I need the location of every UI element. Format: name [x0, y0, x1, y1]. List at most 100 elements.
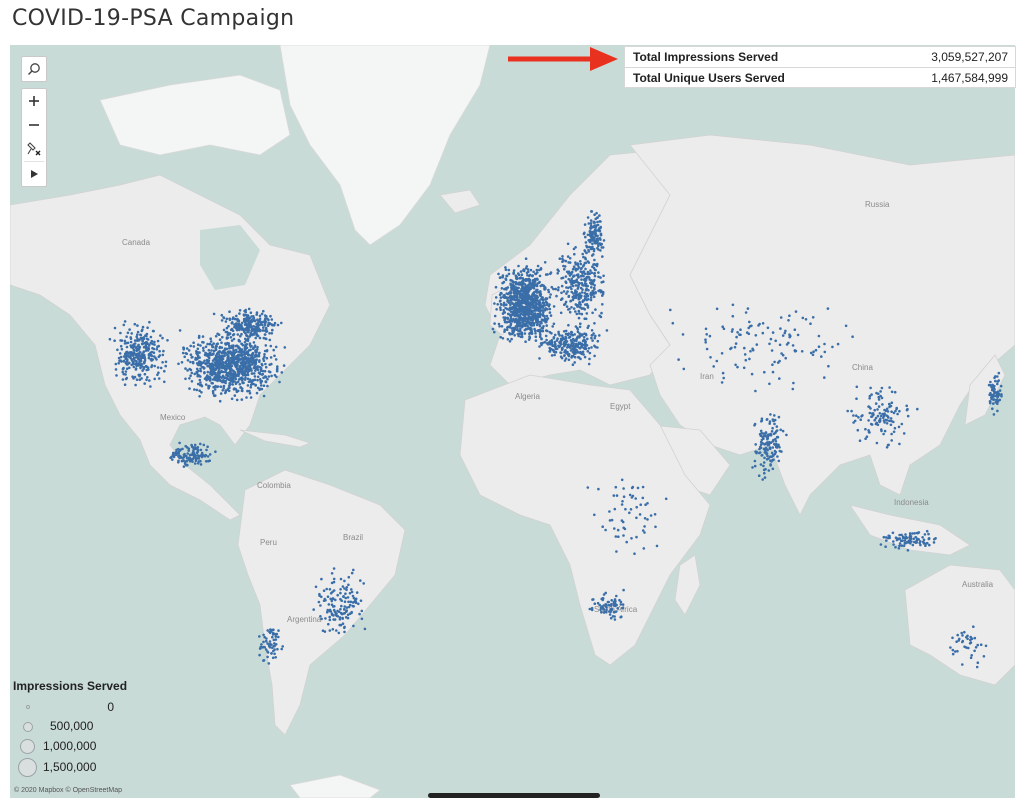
- impression-dot[interactable]: [564, 259, 568, 263]
- impression-dot[interactable]: [722, 327, 726, 331]
- impression-dot[interactable]: [230, 378, 233, 381]
- impression-dot[interactable]: [358, 612, 361, 616]
- impression-dot[interactable]: [280, 371, 284, 374]
- impression-dot[interactable]: [771, 458, 775, 462]
- impression-dot[interactable]: [520, 325, 524, 329]
- impression-dot[interactable]: [600, 281, 603, 284]
- impression-dot[interactable]: [590, 329, 594, 332]
- impression-dot[interactable]: [753, 464, 757, 468]
- impression-dot[interactable]: [781, 429, 785, 433]
- impression-dot[interactable]: [552, 305, 556, 308]
- impression-dot[interactable]: [785, 433, 788, 437]
- impression-dot[interactable]: [255, 311, 259, 314]
- impression-dot[interactable]: [252, 316, 256, 320]
- impression-dot[interactable]: [560, 291, 563, 295]
- impression-dot[interactable]: [773, 360, 776, 364]
- impression-dot[interactable]: [231, 383, 234, 386]
- impression-dot[interactable]: [153, 364, 156, 368]
- impression-dot[interactable]: [769, 441, 773, 445]
- world-map[interactable]: Canada Russia Algeria Egypt Iran China M…: [10, 45, 1015, 798]
- impression-dot[interactable]: [153, 343, 156, 346]
- impression-dot[interactable]: [215, 345, 218, 348]
- impression-dot[interactable]: [134, 383, 137, 387]
- impression-dot[interactable]: [616, 528, 620, 532]
- impression-dot[interactable]: [238, 346, 241, 350]
- impression-dot[interactable]: [592, 238, 596, 242]
- impression-dot[interactable]: [549, 314, 553, 317]
- impression-dot[interactable]: [254, 349, 258, 352]
- impression-dot[interactable]: [593, 224, 596, 227]
- impression-dot[interactable]: [576, 287, 580, 290]
- impression-dot[interactable]: [774, 444, 778, 448]
- impression-dot[interactable]: [325, 610, 329, 614]
- impression-dot[interactable]: [876, 414, 880, 418]
- impression-dot[interactable]: [888, 419, 891, 423]
- impression-dot[interactable]: [263, 369, 267, 373]
- impression-dot[interactable]: [275, 632, 279, 636]
- impression-dot[interactable]: [212, 385, 215, 389]
- impression-dot[interactable]: [225, 336, 229, 339]
- impression-dot[interactable]: [236, 389, 240, 393]
- impression-dot[interactable]: [145, 378, 148, 382]
- impression-dot[interactable]: [868, 411, 872, 415]
- impression-dot[interactable]: [146, 376, 149, 379]
- impression-dot[interactable]: [238, 312, 241, 315]
- impression-dot[interactable]: [773, 449, 777, 453]
- impression-dot[interactable]: [638, 513, 642, 516]
- impression-dot[interactable]: [342, 595, 345, 598]
- impression-dot[interactable]: [602, 604, 605, 607]
- impression-dot[interactable]: [247, 361, 250, 365]
- impression-dot[interactable]: [186, 463, 189, 467]
- impression-dot[interactable]: [114, 368, 118, 371]
- impression-dot[interactable]: [612, 494, 616, 497]
- impression-dot[interactable]: [778, 343, 782, 347]
- impression-dot[interactable]: [322, 589, 326, 592]
- impression-dot[interactable]: [145, 341, 149, 344]
- impression-dot[interactable]: [222, 361, 225, 364]
- impression-dot[interactable]: [124, 373, 127, 376]
- impression-dot[interactable]: [568, 310, 572, 314]
- impression-dot[interactable]: [630, 496, 634, 499]
- impression-dot[interactable]: [587, 261, 591, 264]
- impression-dot[interactable]: [751, 466, 754, 469]
- impression-dot[interactable]: [520, 280, 523, 284]
- impression-dot[interactable]: [248, 389, 251, 393]
- impression-dot[interactable]: [602, 274, 605, 278]
- impression-dot[interactable]: [581, 265, 585, 268]
- zoom-in-button[interactable]: [22, 89, 46, 113]
- impression-dot[interactable]: [504, 266, 507, 269]
- impression-dot[interactable]: [763, 370, 766, 374]
- impression-dot[interactable]: [272, 638, 276, 642]
- impression-dot[interactable]: [146, 347, 149, 351]
- impression-dot[interactable]: [223, 376, 226, 380]
- impression-dot[interactable]: [491, 327, 495, 331]
- impression-dot[interactable]: [224, 369, 228, 372]
- impression-dot[interactable]: [230, 327, 234, 331]
- impression-dot[interactable]: [156, 339, 160, 343]
- impression-dot[interactable]: [515, 281, 518, 284]
- impression-dot[interactable]: [339, 588, 342, 591]
- impression-dot[interactable]: [118, 352, 122, 355]
- impression-dot[interactable]: [186, 359, 190, 362]
- impression-dot[interactable]: [271, 635, 274, 639]
- impression-dot[interactable]: [518, 290, 522, 293]
- impression-dot[interactable]: [584, 284, 587, 287]
- impression-dot[interactable]: [262, 640, 265, 644]
- impression-dot[interactable]: [119, 344, 123, 348]
- impression-dot[interactable]: [869, 386, 872, 390]
- impression-dot[interactable]: [891, 531, 895, 535]
- impression-dot[interactable]: [272, 348, 276, 352]
- impression-dot[interactable]: [188, 377, 191, 380]
- impression-dot[interactable]: [257, 371, 261, 375]
- impression-dot[interactable]: [140, 342, 144, 346]
- impression-dot[interactable]: [575, 312, 579, 316]
- impression-dot[interactable]: [536, 318, 539, 322]
- impression-dot[interactable]: [589, 224, 593, 227]
- impression-dot[interactable]: [619, 603, 623, 606]
- impression-dot[interactable]: [882, 419, 886, 422]
- impression-dot[interactable]: [182, 346, 186, 350]
- impression-dot[interactable]: [255, 391, 259, 395]
- impression-dot[interactable]: [141, 325, 145, 329]
- impression-dot[interactable]: [567, 323, 570, 327]
- impression-dot[interactable]: [499, 291, 503, 295]
